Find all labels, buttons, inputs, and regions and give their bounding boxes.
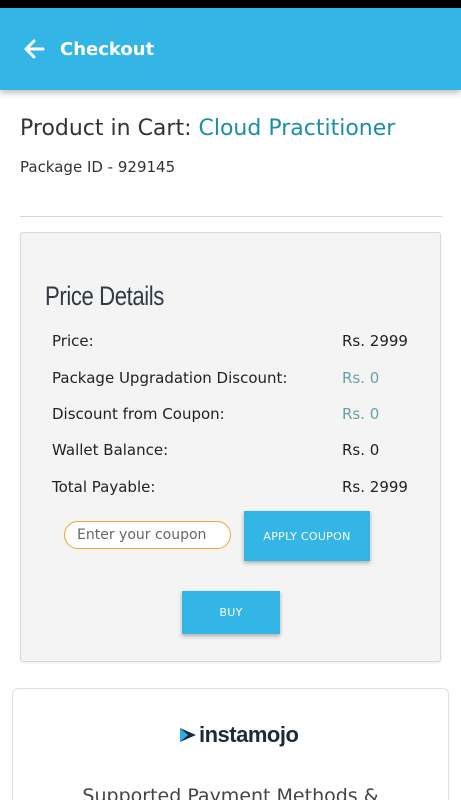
product-name: Cloud Practitioner [198, 116, 396, 141]
total-payable-value: Rs. 2999 [342, 478, 408, 496]
back-button[interactable] [20, 35, 48, 63]
wallet-balance-label: Wallet Balance: [52, 441, 169, 459]
product-in-cart: Product in Cart: Cloud Practitioner [20, 116, 395, 141]
buy-button[interactable]: BUY [182, 591, 280, 634]
coupon-discount-value: Rs. 0 [342, 405, 380, 423]
payment-card: instamojo Supported Payment Methods & [12, 688, 449, 800]
price-details-card: Price Details Price: Rs. 2999 Package Up… [20, 232, 441, 662]
price-value: Rs. 2999 [342, 332, 408, 350]
coupon-discount-label: Discount from Coupon: [52, 405, 225, 423]
apply-coupon-button[interactable]: APPLY COUPON [244, 511, 370, 561]
instamojo-logo-text: instamojo [199, 722, 299, 747]
page-title: Checkout [60, 38, 155, 60]
upgradation-discount-label: Package Upgradation Discount: [52, 369, 288, 387]
app-bar: Checkout [0, 8, 461, 90]
price-details-title: Price Details [45, 281, 164, 311]
supported-payment-methods: Supported Payment Methods & [82, 785, 379, 800]
instamojo-mark-icon [180, 728, 196, 742]
instamojo-logo: instamojo [179, 722, 299, 748]
package-id: Package ID - 929145 [20, 158, 176, 176]
product-prefix: Product in Cart: [20, 116, 199, 141]
wallet-balance-value: Rs. 0 [342, 441, 380, 459]
upgradation-discount-value: Rs. 0 [342, 369, 380, 387]
price-label: Price: [52, 332, 94, 350]
arrow-left-icon [24, 39, 45, 59]
divider [20, 216, 442, 217]
status-bar [0, 0, 461, 8]
total-payable-label: Total Payable: [52, 478, 156, 496]
coupon-input[interactable] [64, 521, 231, 549]
